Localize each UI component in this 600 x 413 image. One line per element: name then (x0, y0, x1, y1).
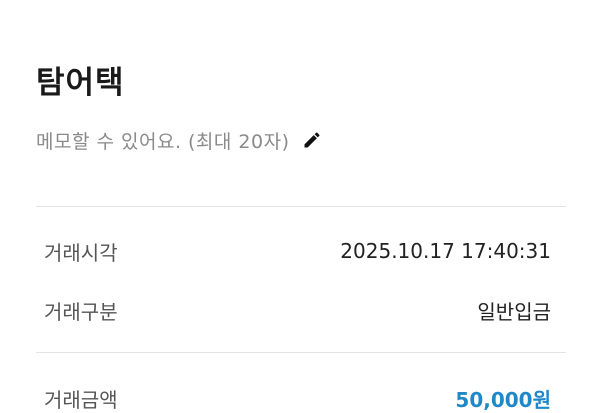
transaction-time-value: 2025.10.17 17:40:31 (340, 239, 551, 263)
transaction-type-row: 거래구분 일반입금 (44, 290, 551, 330)
transaction-amount-value: 50,000원 (455, 387, 551, 412)
transaction-time-label: 거래시각 (44, 240, 118, 265)
memo-edit-row[interactable]: 메모할 수 있어요. (최대 20자) (36, 124, 322, 156)
divider (36, 352, 566, 353)
page-title: 탐어택 (36, 65, 125, 101)
divider (36, 206, 566, 207)
transaction-type-value: 일반입금 (477, 299, 551, 324)
transaction-type-label: 거래구분 (44, 299, 118, 324)
transaction-time-row: 거래시각 2025.10.17 17:40:31 (44, 231, 551, 271)
transaction-amount-label: 거래금액 (44, 387, 118, 412)
transaction-detail-page: 탐어택 메모할 수 있어요. (최대 20자) 거래시각 2025.10.17 … (0, 0, 600, 413)
transaction-amount-row: 거래금액 50,000원 (44, 378, 551, 413)
pencil-icon[interactable] (302, 130, 322, 150)
memo-placeholder: 메모할 수 있어요. (최대 20자) (36, 130, 290, 153)
